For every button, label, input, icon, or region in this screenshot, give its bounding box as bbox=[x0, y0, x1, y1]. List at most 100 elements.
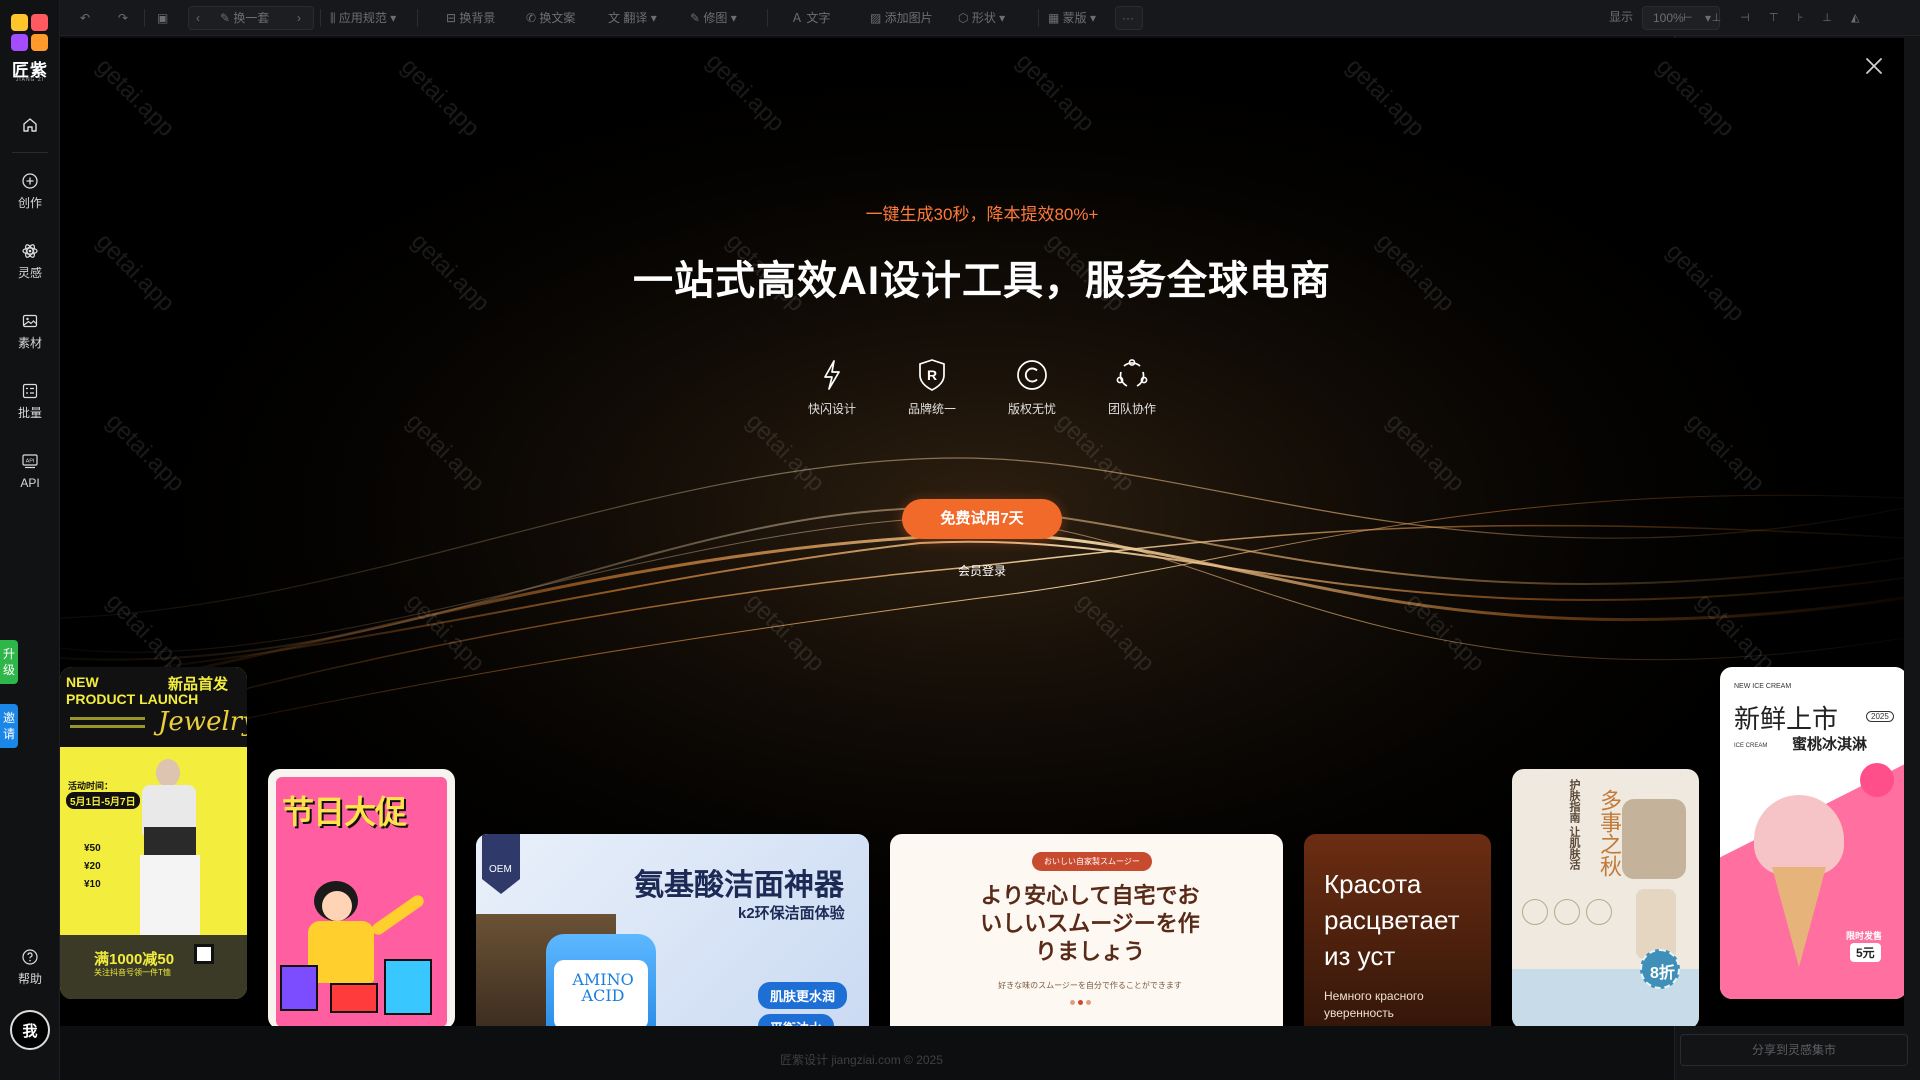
feature-label: 版权无忧 bbox=[1007, 402, 1056, 416]
upgrade-modal: getai.app getai.app getai.app getai.app … bbox=[60, 38, 1904, 1026]
toolbar-divider bbox=[767, 9, 768, 27]
sidebar-item-label: 批量 bbox=[17, 406, 42, 420]
member-login-link[interactable]: 会员登录 bbox=[60, 562, 1904, 579]
template-card-autumn-skincare[interactable]: 多事之秋 护肤指南 让肌肤活 8折 bbox=[1512, 769, 1699, 1026]
retouch-button[interactable]: ✎ 修图 ▾ bbox=[690, 8, 737, 28]
align-tools-icon[interactable]: ⊢ ⊥ ⊣ ⊤ ⊦ ⊥ ◭ bbox=[1683, 8, 1867, 28]
free-trial-button[interactable]: 免费试用7天 bbox=[902, 499, 1062, 539]
card-text: PRODUCT LAUNCH bbox=[66, 691, 199, 707]
card-text: OEM bbox=[489, 864, 512, 875]
card-text: ICE CREAM bbox=[1734, 743, 1768, 749]
change-copy-button[interactable]: ✆ 换文案 bbox=[526, 8, 575, 28]
registered-brand-icon: R bbox=[919, 359, 945, 391]
translate-button[interactable]: 文 翻译 ▾ bbox=[608, 8, 657, 28]
apply-spec-label: 应用规范 bbox=[338, 11, 387, 25]
translate-label: 翻译 bbox=[623, 11, 648, 25]
change-bg-button[interactable]: ⊟ 换背景 bbox=[446, 8, 495, 28]
text-tool-label: 文字 bbox=[806, 11, 831, 25]
upgrade-tab[interactable]: 升级 bbox=[0, 640, 18, 684]
card-text: 限时发售 bbox=[1846, 931, 1883, 941]
apply-spec-button[interactable]: ⫼ 应用规范 ▾ bbox=[330, 8, 396, 28]
product-name: AMINO ACID bbox=[572, 970, 634, 1005]
sidebar-item-assets[interactable]: 素材 bbox=[0, 312, 60, 352]
template-card-beauty[interactable]: Красота расцветает из уст Немного красно… bbox=[1304, 834, 1491, 1026]
close-icon[interactable] bbox=[1860, 52, 1888, 80]
swap-set-label: 换一套 bbox=[233, 11, 270, 25]
year-badge: 2025 bbox=[1866, 711, 1894, 722]
footer-copyright: 匠紫设计 jiangziai.com © 2025 bbox=[780, 1053, 943, 1067]
logo-square bbox=[31, 14, 48, 31]
home-icon bbox=[23, 118, 37, 132]
sidebar-item-home[interactable] bbox=[0, 116, 60, 138]
add-image-button[interactable]: ▨ 添加图片 bbox=[870, 8, 933, 28]
undo-icon[interactable]: ↶ bbox=[80, 8, 90, 28]
atom-icon bbox=[22, 244, 38, 258]
sidebar-item-inspiration[interactable]: 灵感 bbox=[0, 242, 60, 282]
price-tag: 5元 bbox=[1850, 943, 1881, 962]
card-text: ¥20 bbox=[84, 861, 101, 872]
sidebar-item-label: 灵感 bbox=[17, 266, 42, 280]
modal-headline: 一站式高效AI设计工具，服务全球电商 bbox=[633, 259, 1331, 303]
template-card-new-product[interactable]: NEW 新品首发 PRODUCT LAUNCH Jewelry 活动时间： 5月… bbox=[60, 667, 247, 999]
shape-button[interactable]: ⬡ 形状 ▾ bbox=[958, 8, 1005, 28]
brand-logo-icon[interactable] bbox=[11, 14, 49, 52]
sidebar-item-create[interactable]: 创作 bbox=[0, 172, 60, 212]
redo-icon[interactable]: ↷ bbox=[118, 8, 128, 28]
retouch-label: 修图 bbox=[703, 11, 728, 25]
character-face bbox=[322, 891, 352, 921]
share-to-inspiration-button[interactable]: 分享到灵感集市 bbox=[1680, 1034, 1908, 1066]
model-corset bbox=[144, 827, 196, 857]
card-subtitle: Немного красного уверенность bbox=[1324, 989, 1424, 1020]
copyright-icon bbox=[1017, 360, 1047, 390]
feature-item: 快闪设计 bbox=[792, 358, 872, 418]
discount-text: 8折 bbox=[1650, 965, 1675, 982]
card-subtitle: 蜜桃冰淇淋 bbox=[1792, 736, 1868, 753]
next-arrow-icon[interactable]: › bbox=[297, 8, 301, 28]
feature-item: R 品牌统一 bbox=[892, 358, 972, 418]
card-pill: 平衡油水 bbox=[758, 1014, 835, 1026]
api-icon: API bbox=[22, 454, 38, 469]
feature-item: 版权无忧 bbox=[992, 358, 1072, 418]
team-collab-icon bbox=[1116, 359, 1148, 387]
card-divider bbox=[70, 725, 145, 728]
invite-tab[interactable]: 邀请 bbox=[0, 704, 18, 748]
flower-icon bbox=[1860, 763, 1894, 797]
stat-circle bbox=[1522, 899, 1548, 925]
sidebar-item-label: API bbox=[20, 476, 40, 490]
logo-square bbox=[31, 34, 48, 51]
towel-image bbox=[1622, 799, 1686, 879]
card-tag: おいしい自家製スムージー bbox=[1032, 852, 1152, 871]
shopping-bag bbox=[384, 959, 432, 1015]
template-card-ice-cream[interactable]: NEW ICE CREAM 新鲜上市 2025 蜜桃冰淇淋 ICE CREAM … bbox=[1720, 667, 1904, 999]
feature-label: 团队协作 bbox=[1107, 402, 1156, 416]
shopping-bag bbox=[280, 965, 318, 1011]
plus-circle-icon bbox=[22, 173, 38, 189]
template-card-amino-acid[interactable]: OEM 氨基酸洁面神器 k2环保洁面体验 AMINO ACID 肌肤更水润 平衡… bbox=[476, 834, 869, 1026]
swap-set-button[interactable]: ✎ 换一套 bbox=[220, 8, 269, 28]
help-icon bbox=[22, 949, 38, 965]
card-subtitle: 好きな味のスムージーを自分で作ることができます bbox=[998, 981, 1182, 990]
user-avatar[interactable]: 我 bbox=[10, 1010, 50, 1050]
card-subtitle: 护肤指南 让肌肤活 bbox=[1568, 779, 1580, 871]
svg-text:R: R bbox=[927, 367, 937, 383]
template-button[interactable]: ▦ 蒙版 ▾ bbox=[1048, 8, 1096, 28]
save-icon[interactable]: ▣ bbox=[157, 8, 168, 28]
template-card-smoothie[interactable]: おいしい自家製スムージー より安心して自宅でおいしいスムージーを作りましょう 好… bbox=[890, 834, 1283, 1026]
toolbar-divider bbox=[144, 9, 145, 27]
pager-dots bbox=[1070, 1000, 1100, 1005]
card-subtitle: k2环保洁面体验 bbox=[738, 905, 845, 922]
svg-text:API: API bbox=[26, 459, 35, 465]
prev-arrow-icon[interactable]: ‹ bbox=[196, 8, 200, 28]
sidebar-item-batch[interactable]: 批量 bbox=[0, 382, 60, 422]
card-text: NEW bbox=[66, 674, 99, 690]
template-card-festival[interactable]: 节日大促 bbox=[268, 769, 455, 1026]
text-tool-button[interactable]: Ａ 文字 bbox=[791, 8, 830, 28]
card-text: 关注抖音号领一件T恤 bbox=[94, 968, 171, 977]
promo-tagline: 一键生成30秒，降本提效80%+ bbox=[865, 205, 1099, 224]
left-sidebar: 匠紫 JIANG ZI 创作 灵感 素材 批量 API API 升级 邀请 帮助… bbox=[0, 0, 60, 1080]
feature-item: 团队协作 bbox=[1092, 358, 1172, 418]
more-button[interactable]: ··· bbox=[1122, 8, 1134, 28]
sidebar-item-api[interactable]: API API bbox=[0, 452, 60, 492]
sidebar-item-help[interactable]: 帮助 bbox=[0, 948, 60, 988]
card-text: NEW ICE CREAM bbox=[1734, 683, 1792, 690]
